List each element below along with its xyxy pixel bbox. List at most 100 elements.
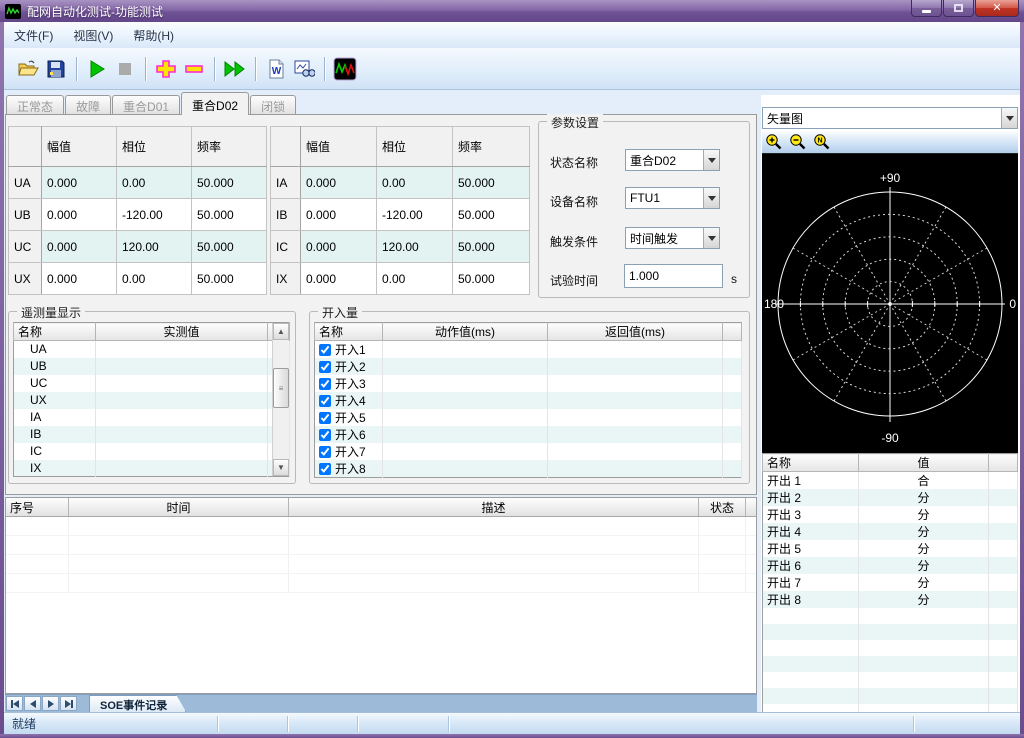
first-page-button[interactable]: [6, 696, 23, 711]
scrollbar-thumb[interactable]: ≡: [273, 368, 289, 408]
cell-frequency[interactable]: 50.000: [192, 199, 267, 231]
column-header: 返回值(ms): [548, 323, 723, 341]
cell-amplitude[interactable]: 0.000: [42, 231, 117, 263]
test-time-label: 试验时间: [550, 272, 598, 289]
cell-amplitude[interactable]: 0.000: [301, 199, 377, 231]
remove-state-button[interactable]: [180, 55, 208, 83]
input-checkbox[interactable]: [319, 446, 331, 458]
status-text: 就绪: [4, 715, 36, 732]
scroll-down-icon[interactable]: ▼: [273, 459, 289, 476]
test-time-input[interactable]: [624, 264, 723, 288]
input-checkbox[interactable]: [319, 361, 331, 373]
chevron-down-icon[interactable]: [1001, 108, 1017, 128]
minimize-button[interactable]: [911, 0, 942, 17]
continue-test-button[interactable]: [221, 55, 249, 83]
row-label: UC: [9, 231, 42, 263]
maximize-icon: [954, 4, 963, 12]
tab-reclose-d01[interactable]: 重合D01: [112, 95, 180, 115]
next-page-button[interactable]: [42, 696, 59, 711]
output-name: 开出 5: [763, 540, 859, 557]
zoom-reset-button[interactable]: N: [810, 131, 834, 153]
cell-frequency[interactable]: 50.000: [453, 263, 530, 295]
chevron-down-icon[interactable]: [703, 150, 719, 170]
state-tab-strip: 正常态 故障 重合D01 重合D02 闭锁: [6, 93, 297, 115]
tab-lockout[interactable]: 闭锁: [250, 95, 296, 115]
input-checkbox[interactable]: [319, 344, 331, 356]
output-value: 分: [859, 574, 989, 591]
output-name: 开出 2: [763, 489, 859, 506]
table-row: 开出 2分: [763, 489, 1018, 506]
add-state-button[interactable]: [152, 55, 180, 83]
waveform-view-button[interactable]: [331, 55, 359, 83]
table-row: IC 0.000 120.00 50.000: [271, 231, 530, 263]
zoom-out-button[interactable]: [786, 131, 810, 153]
input-checkbox[interactable]: [319, 395, 331, 407]
table-row: IB: [14, 426, 290, 443]
input-checkbox[interactable]: [319, 378, 331, 390]
cell-amplitude[interactable]: 0.000: [42, 199, 117, 231]
telemetry-scrollbar[interactable]: ▲ ≡ ▼: [272, 323, 289, 476]
device-name-select[interactable]: FTU1: [625, 187, 720, 209]
column-header: 相位: [117, 127, 192, 167]
telemetry-name: IB: [14, 426, 96, 443]
cell-amplitude[interactable]: 0.000: [301, 231, 377, 263]
report-preview-button[interactable]: [290, 55, 318, 83]
cell-phase[interactable]: -120.00: [377, 199, 453, 231]
stop-test-button[interactable]: [111, 55, 139, 83]
tab-fault[interactable]: 故障: [65, 95, 111, 115]
cell-phase[interactable]: 0.00: [377, 167, 453, 199]
input-checkbox[interactable]: [319, 463, 331, 475]
waveform-icon: [333, 57, 357, 81]
cell-frequency[interactable]: 50.000: [453, 231, 530, 263]
zoom-in-button[interactable]: [762, 131, 786, 153]
cell-amplitude[interactable]: 0.000: [42, 263, 117, 295]
cell-amplitude[interactable]: 0.000: [42, 167, 117, 199]
table-row: IC: [14, 443, 290, 460]
start-test-button[interactable]: [83, 55, 111, 83]
window-border-bottom: [0, 734, 1024, 738]
trigger-select[interactable]: 时间触发: [625, 227, 720, 249]
open-file-button[interactable]: [14, 55, 42, 83]
input-checkbox[interactable]: [319, 429, 331, 441]
menu-file[interactable]: 文件(F): [4, 23, 63, 48]
last-page-button[interactable]: [60, 696, 77, 711]
cell-phase[interactable]: 0.00: [117, 167, 192, 199]
state-name-select[interactable]: 重合D02: [625, 149, 720, 171]
cell-frequency[interactable]: 50.000: [453, 199, 530, 231]
cell-phase[interactable]: 0.00: [117, 263, 192, 295]
menu-view[interactable]: 视图(V): [63, 23, 123, 48]
cell-frequency[interactable]: 50.000: [192, 231, 267, 263]
cell-frequency[interactable]: 50.000: [453, 167, 530, 199]
prev-page-button[interactable]: [24, 696, 41, 711]
close-button[interactable]: ✕: [975, 0, 1019, 17]
table-row: [763, 688, 1018, 704]
word-report-button[interactable]: W: [262, 55, 290, 83]
cell-phase[interactable]: -120.00: [117, 199, 192, 231]
view-selector[interactable]: 矢量图: [762, 107, 1018, 129]
tab-normal-state[interactable]: 正常态: [6, 95, 64, 115]
save-button[interactable]: [42, 55, 70, 83]
cell-amplitude[interactable]: 0.000: [301, 167, 377, 199]
toolbar-separator: [255, 57, 256, 81]
chevron-down-icon[interactable]: [703, 188, 719, 208]
table-row: [6, 517, 756, 536]
table-header-row: 名称 动作值(ms) 返回值(ms): [315, 323, 742, 341]
column-header: 描述: [289, 498, 699, 516]
cell-amplitude[interactable]: 0.000: [301, 263, 377, 295]
menu-help[interactable]: 帮助(H): [123, 23, 184, 48]
input-checkbox[interactable]: [319, 412, 331, 424]
maximize-button[interactable]: [943, 0, 974, 17]
column-header: 状态: [699, 498, 746, 516]
cell-frequency[interactable]: 50.000: [192, 167, 267, 199]
chevron-down-icon[interactable]: [703, 228, 719, 248]
column-header: 动作值(ms): [383, 323, 548, 341]
tab-reclose-d02[interactable]: 重合D02: [181, 92, 249, 115]
cell-phase[interactable]: 0.00: [377, 263, 453, 295]
tab-soe-event-log[interactable]: SOE事件记录: [89, 695, 186, 712]
cell-phase[interactable]: 120.00: [117, 231, 192, 263]
cell-frequency[interactable]: 50.000: [192, 263, 267, 295]
scroll-up-icon[interactable]: ▲: [273, 323, 289, 340]
table-row: [6, 536, 756, 555]
bottom-tab-strip: SOE事件记录: [5, 694, 757, 712]
cell-phase[interactable]: 120.00: [377, 231, 453, 263]
